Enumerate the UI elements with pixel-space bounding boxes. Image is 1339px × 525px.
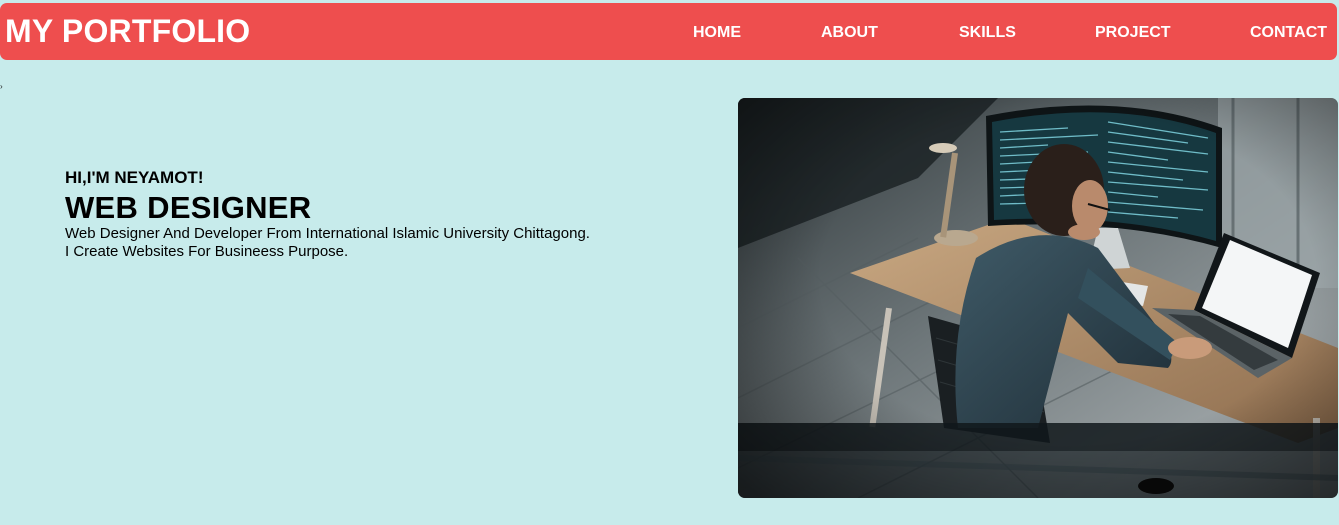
- nav-link-about[interactable]: ABOUT: [821, 23, 878, 43]
- nav-link-home[interactable]: HOME: [693, 23, 741, 43]
- navbar: MY PORTFOLIO HOME ABOUT SKILLS PROJECT C…: [0, 3, 1337, 60]
- hero-greeting: HI,I'M NEYAMOT!: [65, 168, 204, 187]
- hero-role-title: WEB DESIGNER: [65, 190, 312, 225]
- brand-logo-text[interactable]: MY PORTFOLIO: [5, 12, 250, 50]
- nav-link-contact[interactable]: CONTACT: [1250, 23, 1327, 43]
- stray-glyph: ›: [0, 82, 3, 91]
- hero-text-block: HI,I'M NEYAMOT! WEB DESIGNER Web Designe…: [65, 168, 705, 261]
- nav-link-skills[interactable]: SKILLS: [959, 23, 1016, 43]
- nav-link-project[interactable]: PROJECT: [1095, 23, 1171, 43]
- hero-image: [738, 98, 1338, 498]
- hero-description-line-1: Web Designer And Developer From Internat…: [65, 225, 590, 242]
- hero-description-line-2: I Create Websites For Busineess Purpose.: [65, 243, 349, 260]
